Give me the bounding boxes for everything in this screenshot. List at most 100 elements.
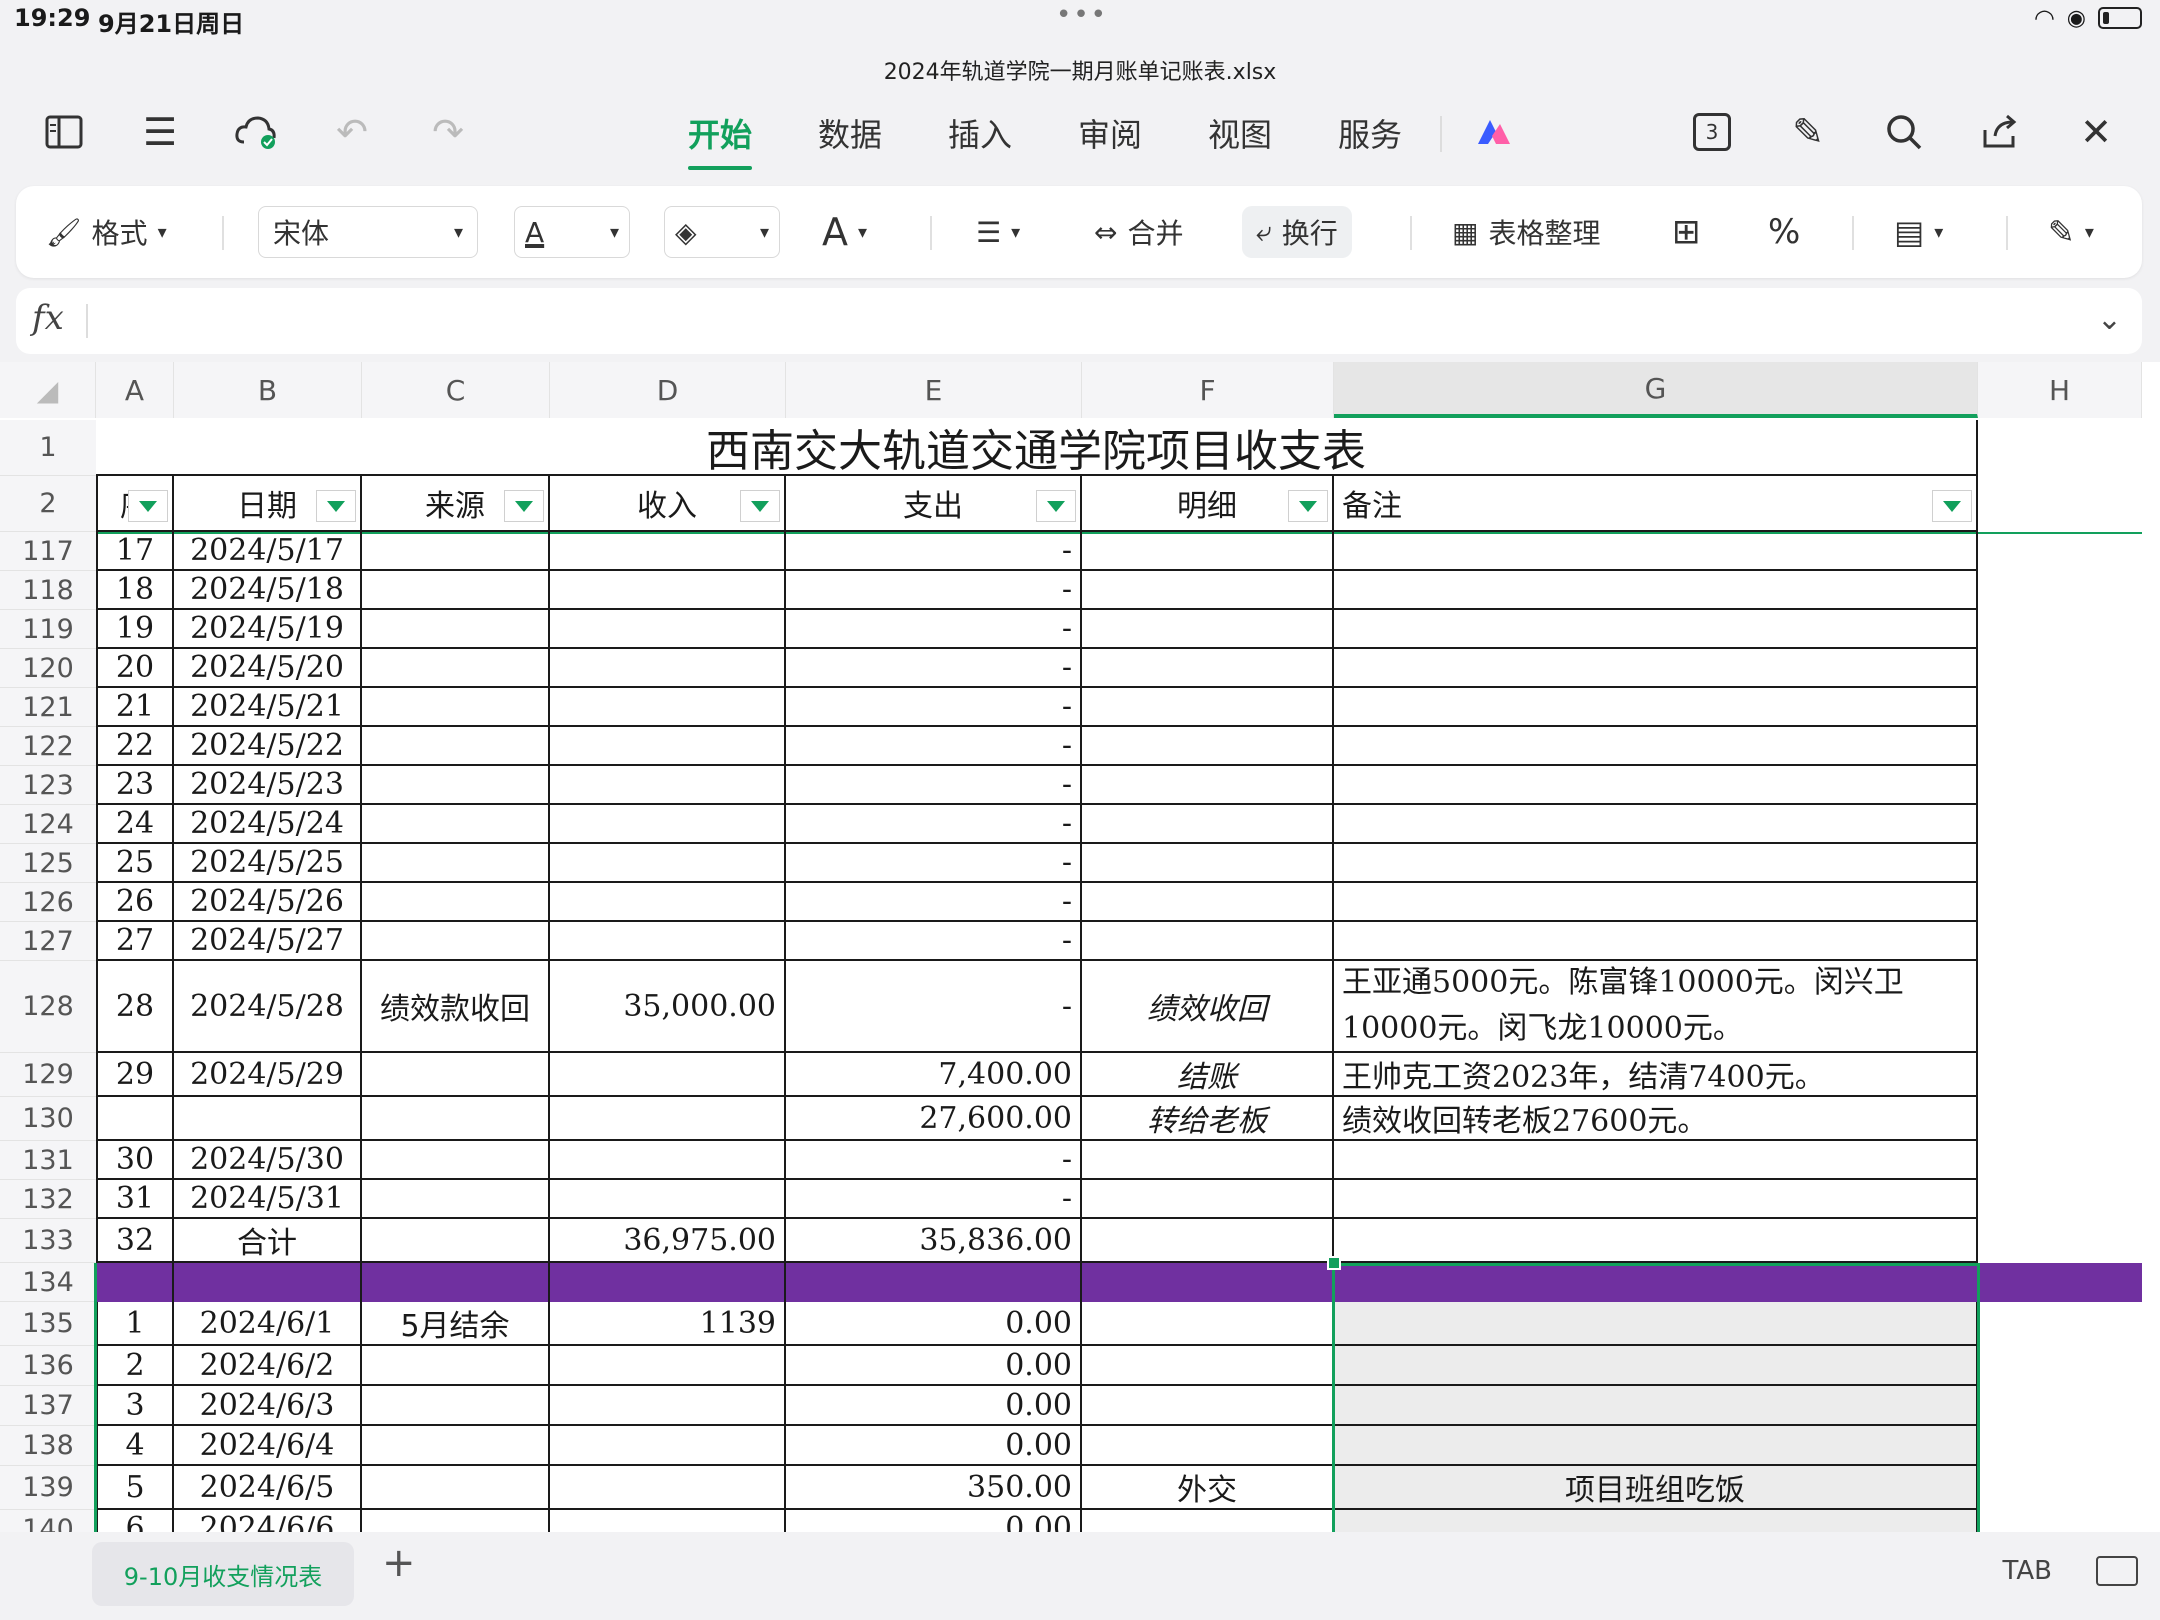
data-cell[interactable]	[362, 805, 550, 844]
data-cell[interactable]: 28	[96, 961, 174, 1053]
share-icon[interactable]	[1976, 108, 2024, 156]
row-header[interactable]: 134	[0, 1263, 96, 1302]
data-cell[interactable]: 20	[96, 649, 174, 688]
data-cell[interactable]	[1082, 1302, 1334, 1346]
undo-icon[interactable]: ↶	[328, 108, 376, 156]
data-cell[interactable]	[362, 1053, 550, 1097]
filter-dropdown-icon[interactable]	[316, 490, 356, 522]
data-cell[interactable]: 19	[96, 610, 174, 649]
data-cell[interactable]: -	[786, 571, 1082, 610]
data-cell[interactable]	[550, 1141, 786, 1180]
font-selector[interactable]: 宋体 ▾	[258, 206, 478, 258]
row-header[interactable]: 2	[0, 476, 96, 532]
data-cell[interactable]: 2024/5/27	[174, 922, 362, 961]
data-cell[interactable]: 2	[96, 1346, 174, 1386]
data-cell[interactable]	[362, 532, 550, 571]
data-cell[interactable]	[550, 1466, 786, 1510]
data-cell[interactable]	[550, 1426, 786, 1466]
row-header[interactable]: 133	[0, 1219, 96, 1263]
filter-dropdown-icon[interactable]	[1932, 490, 1972, 522]
add-sheet-icon[interactable]: +	[382, 1540, 416, 1586]
data-cell[interactable]	[1082, 766, 1334, 805]
wrap-text-button[interactable]: ⤶ 换行	[1242, 206, 1352, 258]
data-cell[interactable]: -	[786, 1180, 1082, 1219]
data-cell[interactable]	[550, 649, 786, 688]
data-cell[interactable]	[96, 1097, 174, 1141]
font-size-button[interactable]: A ▾	[822, 206, 867, 258]
data-cell[interactable]	[362, 883, 550, 922]
close-icon[interactable]: ✕	[2072, 108, 2120, 156]
row-header[interactable]: 131	[0, 1141, 96, 1180]
data-cell[interactable]	[1334, 1141, 1978, 1180]
filter-dropdown-icon[interactable]	[1288, 490, 1328, 522]
data-cell[interactable]: 2024/5/23	[174, 766, 362, 805]
data-cell[interactable]: -	[786, 922, 1082, 961]
font-color-button[interactable]: A ▾	[514, 206, 630, 258]
row-header[interactable]: 129	[0, 1053, 96, 1097]
data-cell[interactable]	[362, 922, 550, 961]
data-cell[interactable]: 1139	[550, 1302, 786, 1346]
data-cell[interactable]	[550, 1053, 786, 1097]
data-cell[interactable]	[1082, 1219, 1334, 1263]
data-cell[interactable]: 2024/6/5	[174, 1466, 362, 1510]
row-header[interactable]: 135	[0, 1302, 96, 1346]
data-cell[interactable]	[1334, 922, 1978, 961]
tab-start[interactable]: 开始	[688, 110, 753, 170]
row-header[interactable]: 137	[0, 1386, 96, 1426]
data-cell[interactable]: 转给老板	[1082, 1097, 1334, 1141]
data-cell[interactable]	[1082, 1386, 1334, 1426]
row-header[interactable]: 118	[0, 571, 96, 610]
data-cell[interactable]: 22	[96, 727, 174, 766]
row-header[interactable]: 136	[0, 1346, 96, 1386]
data-cell[interactable]: 21	[96, 688, 174, 727]
row-header[interactable]: 117	[0, 532, 96, 571]
data-cell[interactable]	[362, 688, 550, 727]
data-cell[interactable]: -	[786, 961, 1082, 1053]
data-cell[interactable]: 36,975.00	[550, 1219, 786, 1263]
data-cell[interactable]	[550, 766, 786, 805]
row-header[interactable]: 119	[0, 610, 96, 649]
data-cell[interactable]	[1082, 688, 1334, 727]
data-cell[interactable]: 2024/6/4	[174, 1426, 362, 1466]
data-cell[interactable]: 2024/5/21	[174, 688, 362, 727]
column-header-e[interactable]: E	[786, 362, 1082, 418]
row-header[interactable]: 125	[0, 844, 96, 883]
keyboard-icon[interactable]	[2096, 1556, 2138, 1586]
data-cell[interactable]	[1082, 727, 1334, 766]
data-cell[interactable]	[1082, 844, 1334, 883]
data-cell[interactable]	[1082, 571, 1334, 610]
cloud-sync-icon[interactable]	[232, 108, 280, 156]
sidebar-toggle-icon[interactable]	[40, 108, 88, 156]
column-header-b[interactable]: B	[174, 362, 362, 418]
formula-bar[interactable]: fx ⌄	[16, 288, 2142, 354]
row-header[interactable]: 124	[0, 805, 96, 844]
data-cell[interactable]: -	[786, 883, 1082, 922]
data-cell[interactable]: 17	[96, 532, 174, 571]
data-cell[interactable]: -	[786, 727, 1082, 766]
row-header[interactable]: 121	[0, 688, 96, 727]
tab-count-icon[interactable]: 3	[1688, 108, 1736, 156]
data-cell[interactable]	[1334, 610, 1978, 649]
row-header[interactable]: 1	[0, 420, 96, 476]
row-header[interactable]: 138	[0, 1426, 96, 1466]
search-icon[interactable]	[1880, 108, 1928, 156]
data-cell[interactable]: 4	[96, 1426, 174, 1466]
data-cell[interactable]	[550, 922, 786, 961]
data-cell[interactable]: 王亚通5000元。陈富锋10000元。闵兴卫10000元。闵飞龙10000元。	[1334, 961, 1978, 1053]
select-all-corner[interactable]: ◢	[0, 362, 96, 418]
data-cell[interactable]: 2024/5/31	[174, 1180, 362, 1219]
data-cell[interactable]: -	[786, 610, 1082, 649]
data-cell[interactable]: 2024/5/17	[174, 532, 362, 571]
data-cell[interactable]: 2024/5/26	[174, 883, 362, 922]
menu-icon[interactable]: ☰	[136, 108, 184, 156]
data-cell[interactable]	[550, 571, 786, 610]
data-cell[interactable]	[1334, 649, 1978, 688]
data-cell[interactable]	[362, 1097, 550, 1141]
filter-dropdown-icon[interactable]	[740, 490, 780, 522]
data-cell[interactable]	[362, 727, 550, 766]
data-cell[interactable]	[550, 610, 786, 649]
data-cell[interactable]	[1082, 610, 1334, 649]
header-cell[interactable]: 备注	[1334, 476, 1978, 532]
fill-color-button[interactable]: ◈ ▾	[664, 206, 780, 258]
data-cell[interactable]	[550, 1386, 786, 1426]
